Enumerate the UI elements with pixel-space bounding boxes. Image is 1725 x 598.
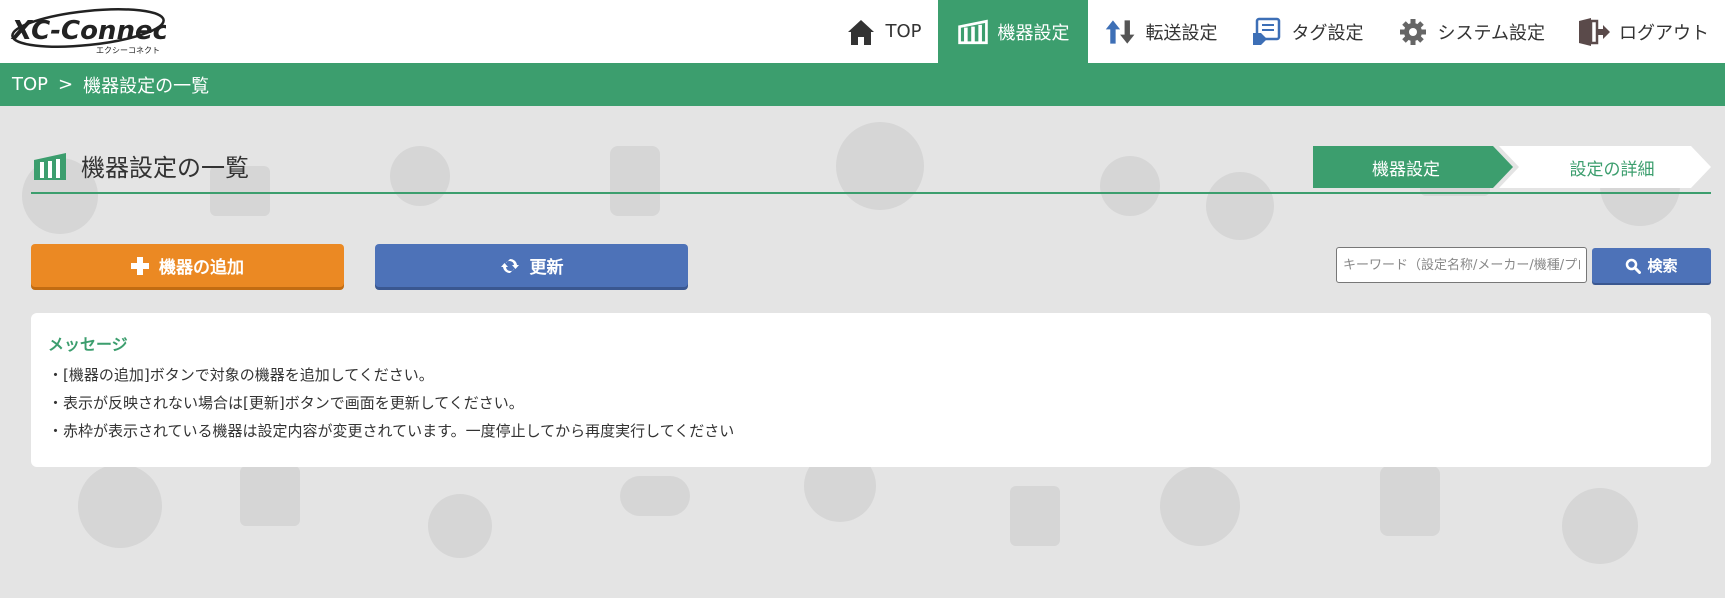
transfer-arrows-icon (1104, 17, 1138, 47)
message-line: ・[機器の追加]ボタンで対象の機器を追加してください。 (48, 366, 434, 384)
page-title-group: 機器設定の一覧 (31, 148, 249, 183)
step-device-settings: 機器設定 (1313, 146, 1513, 188)
main-nav: TOP 機器設定 転送設定 タグ設定 システム設定 ログアウト (828, 0, 1725, 63)
page-header: 機器設定の一覧 機器設定 設定の詳細 (31, 140, 1711, 194)
nav-item-tag-settings[interactable]: タグ設定 (1234, 0, 1380, 63)
refresh-label: 更新 (529, 258, 564, 278)
message-line: ・赤枠が表示されている機器は設定内容が変更されています。一度停止してから再度実行… (48, 422, 735, 440)
svg-text:XC-Connect: XC-Connect (10, 16, 166, 46)
nav-item-label: ログアウト (1619, 22, 1709, 44)
nav-item-label: タグ設定 (1291, 22, 1364, 44)
home-icon (844, 17, 878, 47)
step-indicator: 機器設定 設定の詳細 (1313, 146, 1711, 188)
refresh-button[interactable]: 更新 (375, 244, 688, 287)
nav-item-label: 転送設定 (1145, 22, 1218, 44)
nav-item-top[interactable]: TOP (828, 0, 938, 63)
search-button[interactable]: 検索 (1592, 248, 1711, 283)
step-setting-details: 設定の詳細 (1499, 146, 1711, 188)
search-label: 検索 (1647, 257, 1678, 275)
nav-item-device-settings[interactable]: 機器設定 (937, 0, 1088, 63)
logout-icon (1577, 17, 1611, 47)
breadcrumb-top-link[interactable]: TOP (12, 74, 48, 95)
devices-icon (31, 150, 69, 182)
message-title: メッセージ (48, 335, 128, 354)
devices-icon (956, 17, 990, 47)
add-device-label: 機器の追加 (159, 258, 244, 278)
breadcrumb: TOP > 機器設定の一覧 (0, 63, 1725, 106)
nav-item-label: TOP (885, 21, 922, 42)
plus-icon (131, 256, 149, 275)
nav-item-system-settings[interactable]: システム設定 (1380, 0, 1561, 63)
keyword-search-input[interactable] (1336, 247, 1587, 283)
xc-connect-logo[interactable]: XC-Connect エクシーコネクト (6, 6, 182, 56)
nav-item-transfer-settings[interactable]: 転送設定 (1088, 0, 1234, 63)
page-title: 機器設定の一覧 (81, 154, 249, 182)
search-icon (1625, 258, 1642, 274)
message-line: ・表示が反映されない場合は[更新]ボタンで画面を更新してください。 (48, 394, 524, 412)
nav-item-logout[interactable]: ログアウト (1561, 0, 1725, 63)
nav-item-label: システム設定 (1437, 22, 1545, 44)
top-navigation-bar: XC-Connect エクシーコネクト TOP 機器設定 転送設定 タグ設定 シ… (0, 0, 1725, 63)
nav-item-label: 機器設定 (997, 22, 1070, 44)
breadcrumb-separator: > (58, 74, 74, 95)
refresh-icon (500, 256, 520, 276)
breadcrumb-current: 機器設定の一覧 (83, 75, 210, 97)
add-device-button[interactable]: 機器の追加 (31, 244, 344, 287)
message-panel: メッセージ ・[機器の追加]ボタンで対象の機器を追加してください。 ・表示が反映… (31, 313, 1711, 467)
svg-text:エクシーコネクト: エクシーコネクト (96, 46, 160, 55)
gear-icon (1396, 17, 1430, 47)
tag-icon (1250, 17, 1284, 47)
